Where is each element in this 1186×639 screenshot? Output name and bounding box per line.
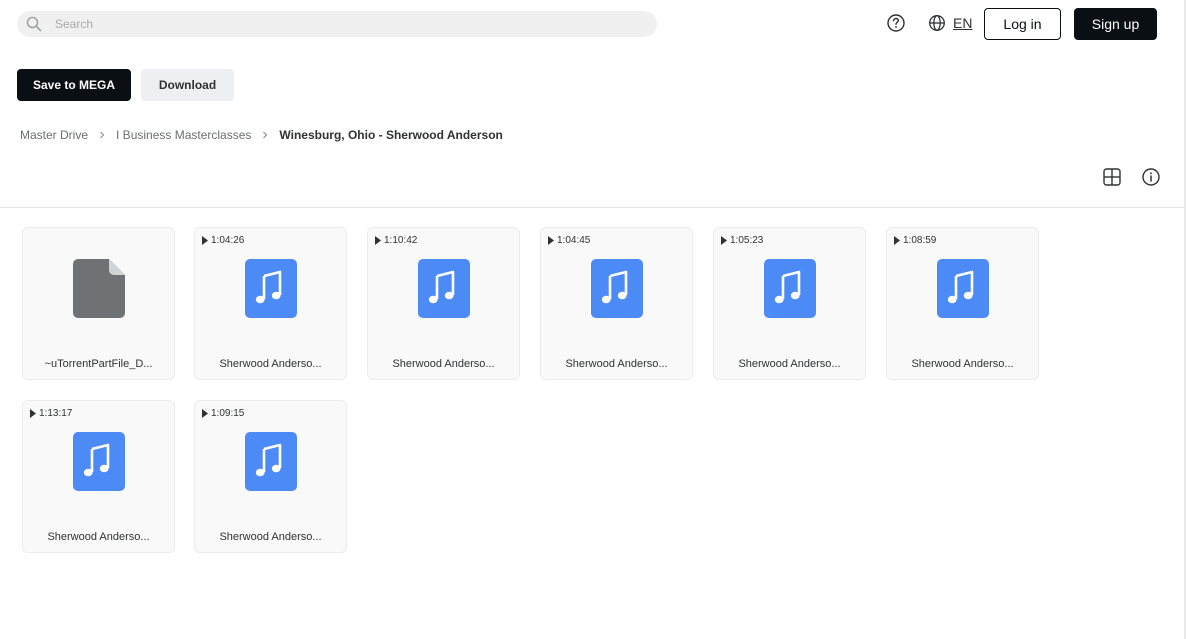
- search-icon: [26, 16, 42, 32]
- help-icon[interactable]: [886, 13, 906, 33]
- file-name: Sherwood Anderso...: [565, 358, 668, 370]
- file-name: Sherwood Anderso...: [47, 531, 150, 543]
- chevron-right-icon: [100, 131, 105, 139]
- content-divider: [0, 207, 1184, 208]
- login-button[interactable]: Log in: [984, 8, 1061, 40]
- file-name: Sherwood Anderso...: [738, 358, 841, 370]
- audio-file-icon: [245, 432, 297, 491]
- audio-file-icon: [764, 259, 816, 318]
- audio-file-icon: [245, 259, 297, 318]
- grid-view-icon[interactable]: [1102, 167, 1122, 187]
- duration-badge: 1:04:26: [202, 235, 244, 246]
- play-icon: [721, 236, 727, 245]
- play-icon: [30, 409, 36, 418]
- audio-file-icon: [937, 259, 989, 318]
- duration-text: 1:09:15: [211, 408, 245, 419]
- duration-badge: 1:13:17: [30, 408, 72, 419]
- file-card[interactable]: 1:08:59 Sherwood Anderso...: [886, 227, 1039, 380]
- duration-badge: 1:10:42: [375, 235, 417, 246]
- file-name: ~uTorrentPartFile_D...: [44, 358, 153, 370]
- file-name: Sherwood Anderso...: [392, 358, 495, 370]
- search-bar[interactable]: [17, 11, 657, 37]
- duration-badge: 1:04:45: [548, 235, 590, 246]
- info-icon[interactable]: [1141, 167, 1161, 187]
- audio-file-icon: [418, 259, 470, 318]
- play-icon: [202, 236, 208, 245]
- duration-text: 1:05:23: [730, 235, 764, 246]
- play-icon: [375, 236, 381, 245]
- duration-text: 1:13:17: [39, 408, 73, 419]
- audio-file-icon: [591, 259, 643, 318]
- audio-file-icon: [73, 432, 125, 491]
- file-name: Sherwood Anderso...: [911, 358, 1014, 370]
- file-name: Sherwood Anderso...: [219, 531, 322, 543]
- chevron-right-icon: [263, 131, 268, 139]
- duration-badge: 1:09:15: [202, 408, 244, 419]
- file-card[interactable]: 1:09:15 Sherwood Anderso...: [194, 400, 347, 553]
- file-card[interactable]: 1:04:45 Sherwood Anderso...: [540, 227, 693, 380]
- file-card[interactable]: 1:13:17 Sherwood Anderso...: [22, 400, 175, 553]
- breadcrumb-item-master-drive[interactable]: Master Drive: [20, 128, 88, 142]
- duration-text: 1:10:42: [384, 235, 418, 246]
- download-button[interactable]: Download: [141, 69, 234, 101]
- language-selector[interactable]: EN: [953, 15, 972, 31]
- play-icon: [894, 236, 900, 245]
- file-card[interactable]: 1:05:23 Sherwood Anderso...: [713, 227, 866, 380]
- file-card[interactable]: 1:04:26 Sherwood Anderso...: [194, 227, 347, 380]
- search-input[interactable]: [55, 11, 635, 37]
- breadcrumb-item-business-masterclasses[interactable]: I Business Masterclasses: [116, 128, 251, 142]
- globe-icon: [929, 15, 945, 31]
- file-card[interactable]: 1:10:42 Sherwood Anderso...: [367, 227, 520, 380]
- generic-file-icon: [73, 259, 125, 318]
- duration-text: 1:08:59: [903, 235, 937, 246]
- play-icon: [202, 409, 208, 418]
- breadcrumb: Master Drive I Business Masterclasses Wi…: [20, 127, 503, 143]
- duration-text: 1:04:45: [557, 235, 591, 246]
- duration-badge: 1:08:59: [894, 235, 936, 246]
- save-to-mega-button[interactable]: Save to MEGA: [17, 69, 131, 101]
- file-card[interactable]: ~uTorrentPartFile_D...: [22, 227, 175, 380]
- file-name: Sherwood Anderso...: [219, 358, 322, 370]
- signup-button[interactable]: Sign up: [1074, 8, 1157, 40]
- breadcrumb-item-current-folder: Winesburg, Ohio - Sherwood Anderson: [279, 128, 503, 142]
- duration-text: 1:04:26: [211, 235, 245, 246]
- duration-badge: 1:05:23: [721, 235, 763, 246]
- play-icon: [548, 236, 554, 245]
